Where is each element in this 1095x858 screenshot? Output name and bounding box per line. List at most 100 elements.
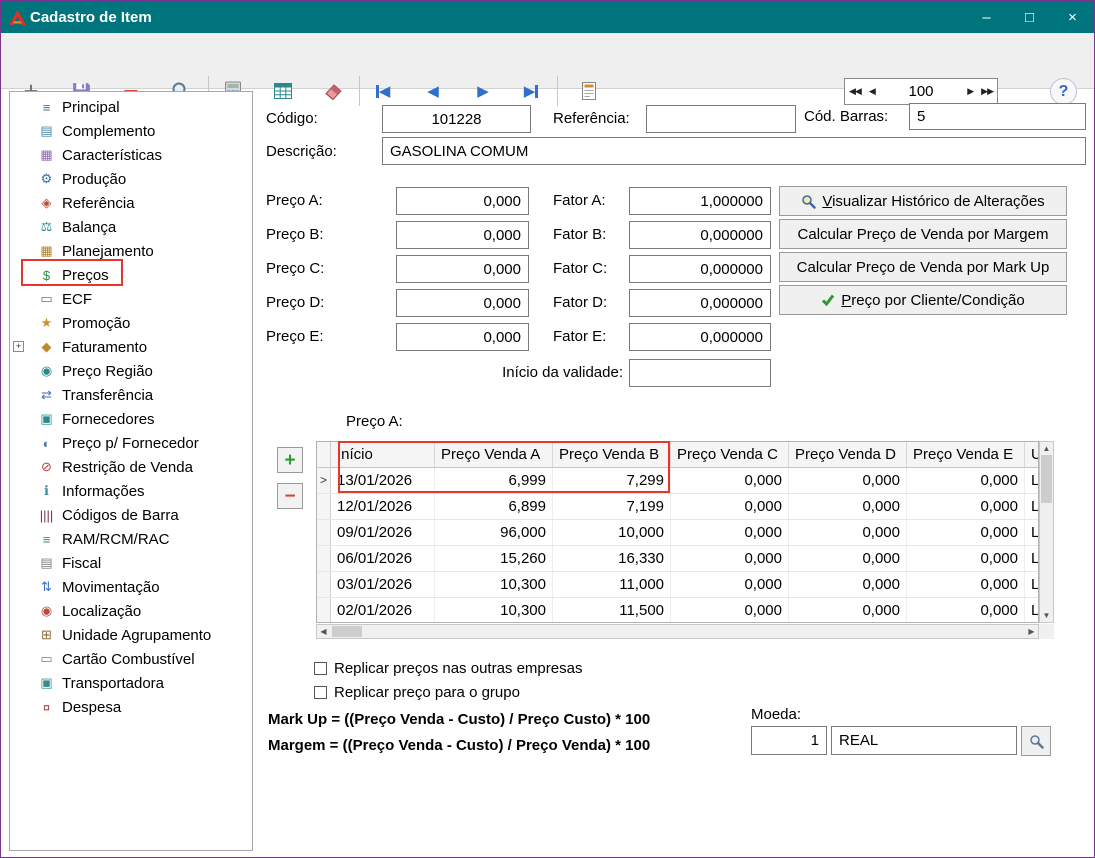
sidebar-item-ram-rcm-rac[interactable]: ≡RAM/RCM/RAC bbox=[10, 527, 252, 551]
replicar-empresas-option[interactable]: Replicar preços nas outras empresas bbox=[314, 659, 582, 677]
sidebar-item-caracter-sticas[interactable]: ▦Características bbox=[10, 143, 252, 167]
sidebar-item-informa-es[interactable]: ℹInformações bbox=[10, 479, 252, 503]
vscroll-thumb[interactable] bbox=[1041, 455, 1052, 503]
checkbox-label[interactable]: Replicar preços nas outras empresas bbox=[334, 660, 582, 677]
checkbox-icon[interactable] bbox=[314, 686, 327, 699]
checkbox-label[interactable]: Replicar preço para o grupo bbox=[334, 684, 520, 701]
pager-prev-icon[interactable]: ◀ bbox=[865, 86, 879, 97]
sidebar-item-fiscal[interactable]: ▤Fiscal bbox=[10, 551, 252, 575]
grid-row[interactable]: >13/01/20266,9997,2990,0000,0000,000L bbox=[317, 468, 1039, 494]
row-selector: > bbox=[317, 468, 331, 493]
toolbar-separator bbox=[557, 76, 558, 106]
sidebar-item-localiza-o[interactable]: ◉Localização bbox=[10, 599, 252, 623]
grid-col-header[interactable]: Preço Venda B bbox=[553, 442, 671, 467]
grid-row[interactable]: 03/01/202610,30011,0000,0000,0000,000L bbox=[317, 572, 1039, 598]
margem-formula: Margem = ((Preço Venda - Custo) / Preço … bbox=[268, 737, 650, 754]
preco-e-input[interactable] bbox=[396, 323, 529, 351]
sidebar-item-pre-o-regi-o[interactable]: ◉Preço Região bbox=[10, 359, 252, 383]
maximize-button[interactable]: □ bbox=[1008, 1, 1051, 33]
referencia-input[interactable] bbox=[646, 105, 796, 133]
sidebar-item-c-digos-de-barra[interactable]: ||||Códigos de Barra bbox=[10, 503, 252, 527]
replicar-grupo-option[interactable]: Replicar preço para o grupo bbox=[314, 683, 520, 701]
sidebar-item-label: Informações bbox=[62, 483, 145, 500]
grid-hscrollbar[interactable]: ◀ ▶ bbox=[316, 624, 1039, 639]
grid-cell: 10,300 bbox=[435, 598, 553, 623]
sidebar-item-transportadora[interactable]: ▣Transportadora bbox=[10, 671, 252, 695]
sidebar-item-fornecedores[interactable]: ▣Fornecedores bbox=[10, 407, 252, 431]
grid-cell: 02/01/2026 bbox=[331, 598, 435, 623]
help-button[interactable]: ? bbox=[1050, 78, 1077, 105]
title-bar[interactable]: Cadastro de Item – □ × bbox=[1, 1, 1094, 33]
grid-row[interactable]: 02/01/202610,30011,5000,0000,0000,000L bbox=[317, 598, 1039, 623]
record-count-input[interactable] bbox=[879, 83, 963, 100]
grid-remove-button[interactable]: − bbox=[277, 483, 303, 509]
fator-a-input[interactable] bbox=[629, 187, 771, 215]
sidebar-item-restri-o-de-venda[interactable]: ⊘Restrição de Venda bbox=[10, 455, 252, 479]
descricao-input[interactable] bbox=[382, 137, 1086, 165]
grid-col-header[interactable]: U bbox=[1025, 442, 1039, 467]
preco-a-input[interactable] bbox=[396, 187, 529, 215]
sidebar-item-despesa[interactable]: ¤Despesa bbox=[10, 695, 252, 719]
grid-col-header[interactable]: Preço Venda C bbox=[671, 442, 789, 467]
table-icon bbox=[272, 80, 294, 102]
checkbox-icon[interactable] bbox=[314, 662, 327, 675]
preco-cliente-condicao-button[interactable]: Preço por Cliente/Condição bbox=[779, 285, 1067, 315]
calcular-markup-button[interactable]: Calcular Preço de Venda por Mark Up bbox=[779, 252, 1067, 282]
visualizar-historico-button[interactable]: Visualizar Histórico de Alterações bbox=[779, 186, 1067, 216]
row-selector bbox=[317, 520, 331, 545]
fator-b-input[interactable] bbox=[629, 221, 771, 249]
row-selector bbox=[317, 546, 331, 571]
moeda-name-input[interactable] bbox=[831, 726, 1017, 755]
scroll-down-icon[interactable]: ▼ bbox=[1040, 609, 1053, 622]
moeda-lookup-button[interactable] bbox=[1021, 726, 1051, 756]
preco-c-input[interactable] bbox=[396, 255, 529, 283]
close-button[interactable]: × bbox=[1051, 1, 1094, 33]
search-icon bbox=[801, 194, 816, 209]
grid-cell: 11,000 bbox=[553, 572, 671, 597]
grid-row[interactable]: 06/01/202615,26016,3300,0000,0000,000L bbox=[317, 546, 1039, 572]
fator-e-input[interactable] bbox=[629, 323, 771, 351]
barcode-icon: |||| bbox=[37, 508, 56, 523]
inicio-validade-input[interactable] bbox=[629, 359, 771, 387]
codigo-input[interactable] bbox=[382, 105, 531, 133]
grid-col-header[interactable]: Início bbox=[331, 442, 435, 467]
calcular-margem-button[interactable]: Calcular Preço de Venda por Margem bbox=[779, 219, 1067, 249]
sidebar-item-transfer-ncia[interactable]: ⇄Transferência bbox=[10, 383, 252, 407]
scroll-right-icon[interactable]: ▶ bbox=[1025, 625, 1038, 638]
grid-col-header[interactable]: Preço Venda E bbox=[907, 442, 1025, 467]
preco-d-input[interactable] bbox=[396, 289, 529, 317]
cod-barras-input[interactable] bbox=[909, 103, 1086, 130]
grid-row[interactable]: 12/01/20266,8997,1990,0000,0000,000L bbox=[317, 494, 1039, 520]
preco-b-input[interactable] bbox=[396, 221, 529, 249]
grid-row[interactable]: 09/01/202696,00010,0000,0000,0000,000L bbox=[317, 520, 1039, 546]
properties-icon: ▦ bbox=[37, 147, 56, 163]
sidebar-item-pre-o-p-fornecedor[interactable]: ◐Preço p/ Fornecedor bbox=[10, 431, 252, 455]
fator-d-input[interactable] bbox=[629, 289, 771, 317]
grid-add-button[interactable]: + bbox=[277, 447, 303, 473]
sidebar-item-label: Transportadora bbox=[62, 675, 164, 692]
minimize-button[interactable]: – bbox=[965, 1, 1008, 33]
markup-formula: Mark Up = ((Preço Venda - Custo) / Preço… bbox=[268, 711, 650, 728]
pager-first-icon[interactable]: ◀◀ bbox=[845, 86, 865, 97]
sidebar-item-label: Preço p/ Fornecedor bbox=[62, 435, 199, 452]
sidebar-item-movimenta-o[interactable]: ⇅Movimentação bbox=[10, 575, 252, 599]
grid-cell: 0,000 bbox=[671, 546, 789, 571]
sidebar-item-unidade-agrupamento[interactable]: ⊞Unidade Agrupamento bbox=[10, 623, 252, 647]
app-window: Cadastro de Item – □ × + − bbox=[0, 0, 1095, 858]
clear-button[interactable] bbox=[312, 70, 354, 112]
grid-col-header[interactable]: Preço Venda D bbox=[789, 442, 907, 467]
pager-last-icon[interactable]: ▶▶ bbox=[977, 86, 997, 97]
grid-cell: 96,000 bbox=[435, 520, 553, 545]
price-history-grid[interactable]: InícioPreço Venda APreço Venda BPreço Ve… bbox=[316, 441, 1039, 623]
hscroll-thumb[interactable] bbox=[332, 626, 362, 637]
scroll-left-icon[interactable]: ◀ bbox=[317, 625, 330, 638]
sidebar-item-complemento[interactable]: ▤Complemento bbox=[10, 119, 252, 143]
plus-icon: + bbox=[284, 451, 295, 470]
fator-c-input[interactable] bbox=[629, 255, 771, 283]
sidebar-item-cart-o-combust-vel[interactable]: ▭Cartão Combustível bbox=[10, 647, 252, 671]
scroll-up-icon[interactable]: ▲ bbox=[1040, 442, 1053, 455]
sidebar-item-principal[interactable]: ≡Principal bbox=[10, 95, 252, 119]
moeda-code-input[interactable] bbox=[751, 726, 827, 755]
grid-col-header[interactable]: Preço Venda A bbox=[435, 442, 553, 467]
pager-next-icon[interactable]: ▶ bbox=[963, 86, 977, 97]
